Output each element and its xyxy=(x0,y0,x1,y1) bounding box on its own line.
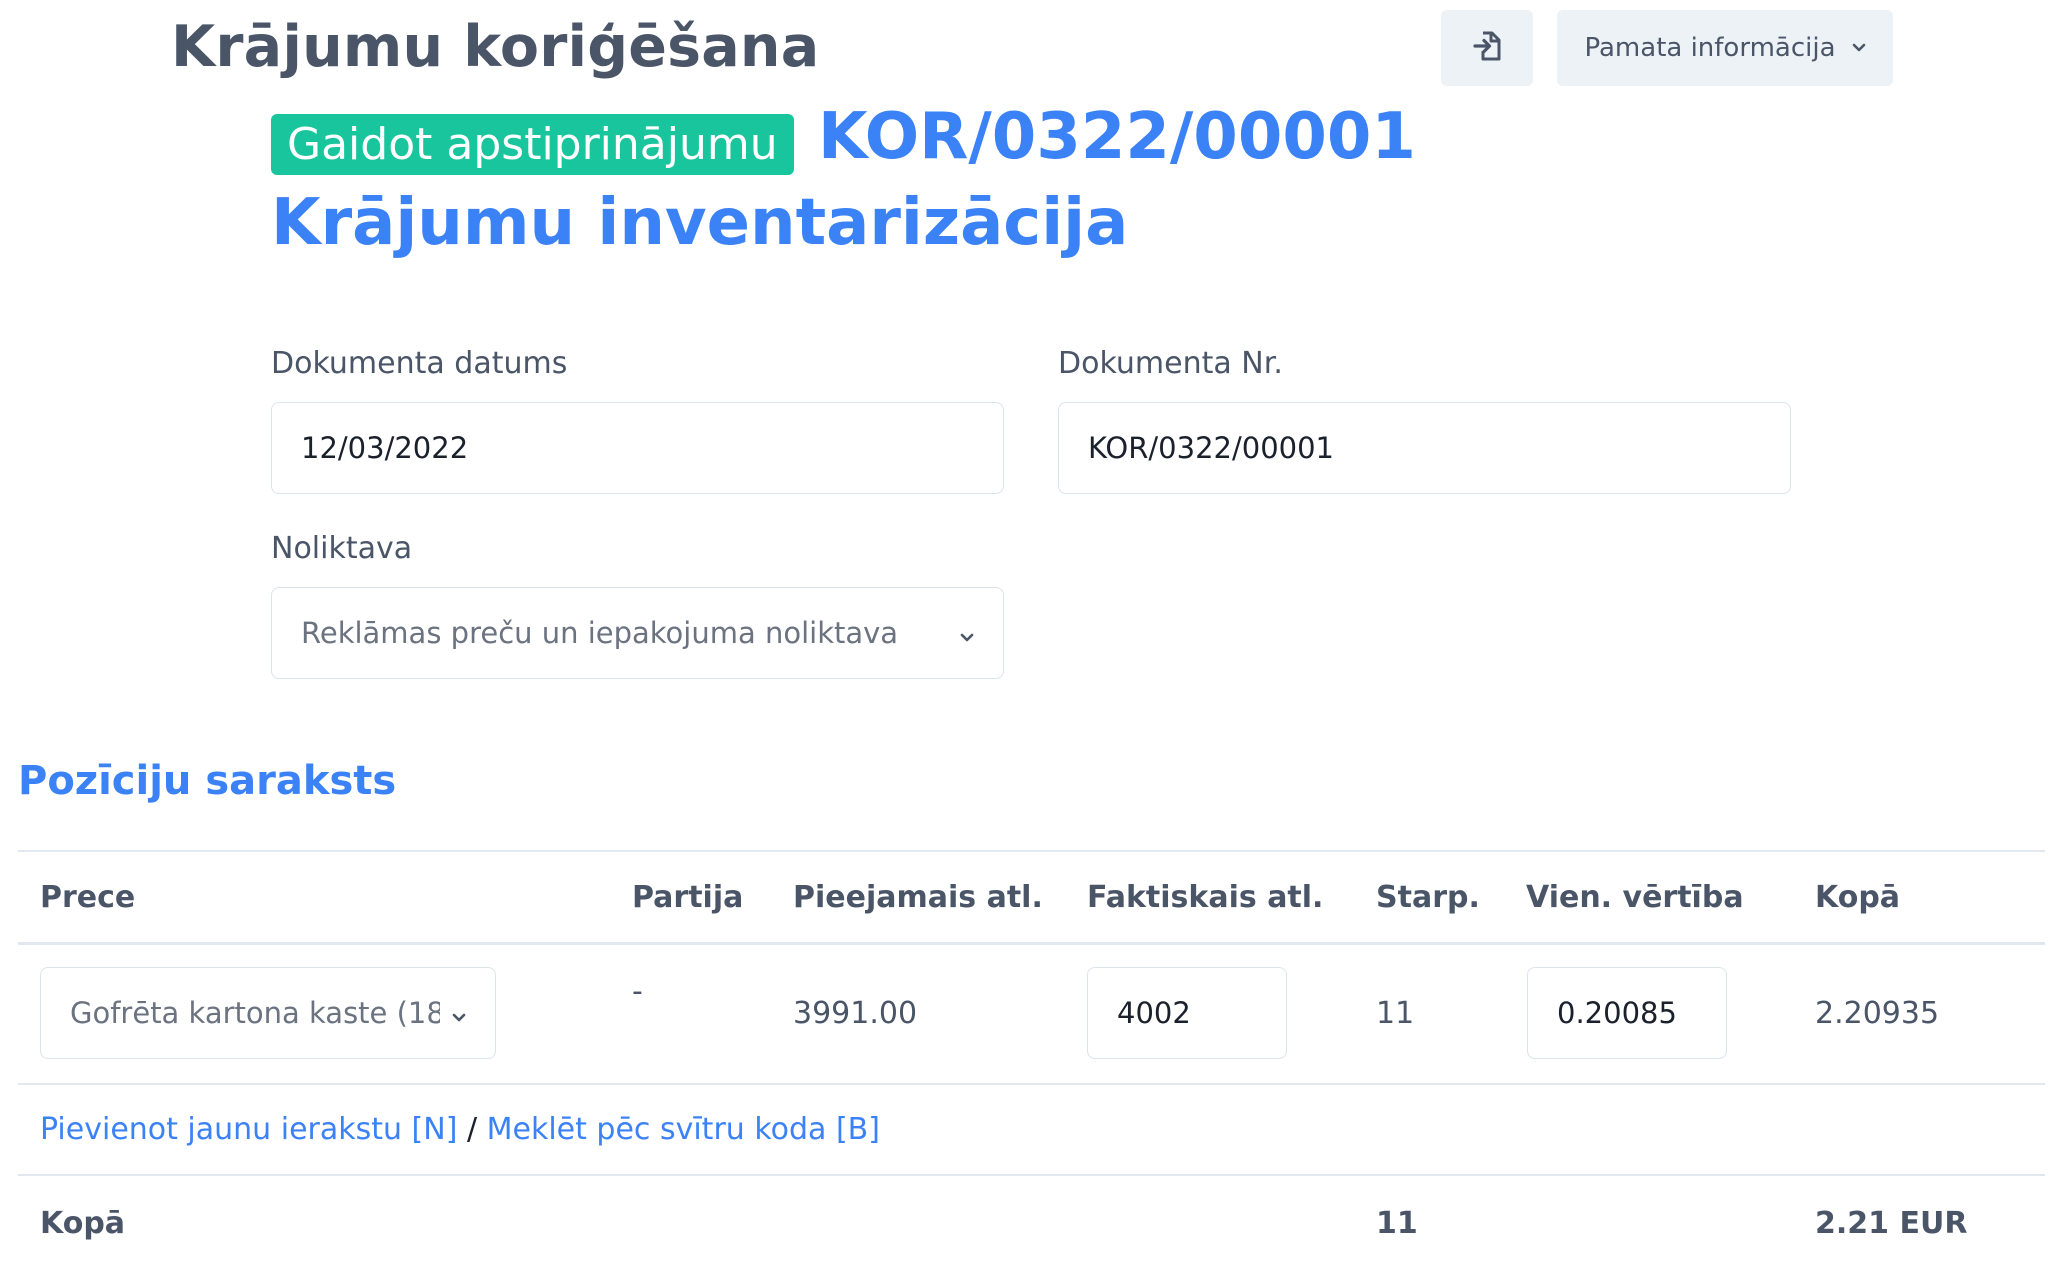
basic-info-dropdown[interactable]: Pamata informācija xyxy=(1557,10,1893,86)
column-header-difference: Starp. xyxy=(1376,880,1480,915)
row-divider xyxy=(18,1083,2045,1085)
available-quantity: 3991.00 xyxy=(793,996,918,1031)
document-number-heading: KOR/0322/00001 xyxy=(818,100,1416,174)
positions-section-title: Pozīciju saraksts xyxy=(18,758,397,804)
document-type-heading: Krājumu inventarizācija xyxy=(271,186,1129,260)
basic-info-label: Pamata informācija xyxy=(1584,33,1836,63)
product-select[interactable]: Gofrēta kartona kaste (180 xyxy=(40,967,496,1059)
link-separator: / xyxy=(466,1112,478,1147)
difference-value: 11 xyxy=(1376,996,1415,1031)
totals-label: Kopā xyxy=(40,1206,126,1241)
column-header-unit-value: Vien. vērtība xyxy=(1526,880,1744,915)
document-date-label: Dokumenta datums xyxy=(271,346,568,381)
document-number-value: KOR/0322/00001 xyxy=(1088,431,1335,465)
document-date-field[interactable]: 12/03/2022 xyxy=(271,402,1004,494)
totals-divider xyxy=(18,1174,2045,1176)
chevron-down-icon xyxy=(1852,43,1866,53)
chevron-down-icon xyxy=(960,616,974,650)
warehouse-select[interactable]: Reklāmas preču un iepakojuma noliktava xyxy=(271,587,1004,679)
document-date-value: 12/03/2022 xyxy=(301,431,469,465)
document-number-label: Dokumenta Nr. xyxy=(1058,346,1283,381)
import-document-button[interactable] xyxy=(1441,10,1533,86)
column-header-available: Pieejamais atl. xyxy=(793,880,1043,915)
product-selected-value: Gofrēta kartona kaste (180 xyxy=(70,996,440,1030)
table-actions: Pievienot jaunu ierakstu [N] / Meklēt pē… xyxy=(40,1112,880,1147)
column-header-total: Kopā xyxy=(1815,880,1901,915)
search-by-barcode-link[interactable]: Meklēt pēc svītru koda [B] xyxy=(487,1112,880,1147)
totals-difference: 11 xyxy=(1376,1206,1418,1241)
batch-value: - xyxy=(632,974,643,1009)
actual-quantity-input[interactable]: 4002 xyxy=(1087,967,1287,1059)
status-badge: Gaidot apstiprinājumu xyxy=(271,114,794,175)
table-header-divider xyxy=(18,942,2045,945)
column-header-actual: Faktiskais atl. xyxy=(1087,880,1324,915)
document-number-field[interactable]: KOR/0322/00001 xyxy=(1058,402,1791,494)
table-top-divider xyxy=(18,850,2045,852)
actual-quantity-value: 4002 xyxy=(1117,996,1191,1030)
column-header-batch: Partija xyxy=(632,880,744,915)
file-import-icon xyxy=(1472,30,1502,66)
page-title: Krājumu koriģēšana xyxy=(171,14,820,80)
unit-value-input[interactable]: 0.20085 xyxy=(1527,967,1727,1059)
unit-value-value: 0.20085 xyxy=(1557,996,1677,1030)
column-header-product: Prece xyxy=(40,880,136,915)
warehouse-selected-value: Reklāmas preču un iepakojuma noliktava xyxy=(301,616,899,650)
row-total-value: 2.20935 xyxy=(1815,996,1940,1031)
add-new-entry-link[interactable]: Pievienot jaunu ierakstu [N] xyxy=(40,1112,457,1147)
totals-sum: 2.21 EUR xyxy=(1815,1206,1968,1241)
chevron-down-icon xyxy=(452,996,466,1030)
warehouse-label: Noliktava xyxy=(271,531,413,566)
